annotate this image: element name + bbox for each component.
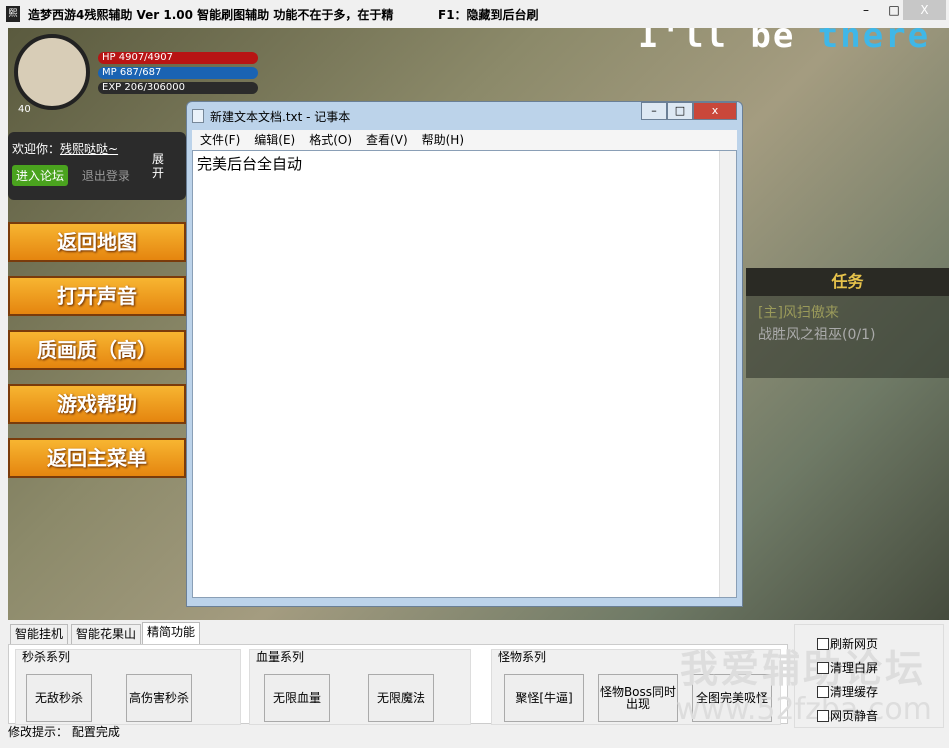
control-panel: 智能挂机 智能花果山 精简功能 秒杀系列 无敌秒杀 高伤害秒杀 血量系列 无限血… xyxy=(0,620,949,748)
tab-panel: 秒杀系列 无敌秒杀 高伤害秒杀 血量系列 无限血量 无限魔法 怪物系列 聚怪[牛… xyxy=(8,644,788,725)
invincible-kill-button[interactable]: 无敌秒杀 xyxy=(26,674,92,722)
refresh-page-checkbox[interactable]: 刷新网页 xyxy=(817,635,878,652)
lyric-overlay: I'll be there ho xyxy=(638,28,949,56)
notepad-close[interactable]: x xyxy=(693,102,737,120)
mp-bar: MP 687/687 xyxy=(98,67,258,79)
checkbox-label: 刷新网页 xyxy=(830,637,879,651)
checkbox-label: 清理缓存 xyxy=(830,685,879,699)
group-instakill: 秒杀系列 无敌秒杀 高伤害秒杀 xyxy=(15,649,241,725)
menu-edit[interactable]: 编辑(E) xyxy=(254,130,295,150)
exp-bar: EXP 206/306000 xyxy=(98,82,258,94)
status-label: 修改提示： xyxy=(8,725,69,739)
notepad-text-area[interactable]: 完美后台全自动 xyxy=(192,150,737,598)
task-title: 任务 xyxy=(746,268,949,296)
options-panel: 刷新网页 清理白屏 清理缓存 网页静音 xyxy=(794,624,944,728)
clear-white-screen-checkbox[interactable]: 清理白屏 xyxy=(817,659,878,676)
notepad-maximize[interactable]: □ xyxy=(667,102,693,120)
enter-forum-button[interactable]: 进入论坛 xyxy=(12,165,69,186)
mute-page-checkbox[interactable]: 网页静音 xyxy=(817,707,878,724)
notepad-title: 新建文本文档.txt - 记事本 xyxy=(210,109,351,124)
menu-file[interactable]: 文件(F) xyxy=(200,130,240,150)
hotkey-hint: F1：隐藏到后台刷 xyxy=(438,7,539,22)
status-value: 配置完成 xyxy=(71,725,120,739)
infinite-mp-button[interactable]: 无限魔法 xyxy=(368,674,434,722)
tab-simple[interactable]: 精简功能 xyxy=(142,622,201,645)
notepad-menubar: 文件(F) 编辑(E) 格式(O) 查看(V) 帮助(H) xyxy=(192,130,737,150)
notepad-icon xyxy=(192,109,204,123)
notepad-content: 完美后台全自动 xyxy=(197,155,303,173)
title-bar: 熙 造梦西游4残熙辅助 Ver 1.00 智能刷图辅助 功能不在于多，在于精 F… xyxy=(0,0,949,28)
group-label: 秒杀系列 xyxy=(22,650,71,664)
task-goal: 战胜风之祖巫(0/1) xyxy=(758,327,876,343)
lyric-blue: there ho xyxy=(817,28,949,56)
lyric-white: I'll be xyxy=(638,28,818,56)
group-health: 血量系列 无限血量 无限魔法 xyxy=(249,649,471,725)
checkbox-label: 网页静音 xyxy=(830,709,879,723)
menu-sound[interactable]: 打开声音 xyxy=(8,276,186,316)
close-button[interactable]: X xyxy=(903,0,946,20)
menu-help[interactable]: 帮助(H) xyxy=(422,130,464,150)
menu-help[interactable]: 游戏帮助 xyxy=(8,384,186,424)
status-bar: 修改提示： 配置完成 xyxy=(8,723,120,740)
checkbox-label: 清理白屏 xyxy=(830,661,879,675)
app-title: 造梦西游4残熙辅助 Ver 1.00 智能刷图辅助 功能不在于多，在于精 xyxy=(28,7,394,22)
tab-huaguoshan[interactable]: 智能花果山 xyxy=(71,624,142,644)
menu-view[interactable]: 查看(V) xyxy=(366,130,408,150)
notepad-minimize[interactable]: – xyxy=(641,102,667,120)
task-quest: [主]风扫傲来 xyxy=(758,305,839,321)
notepad-window: 新建文本文档.txt - 记事本 – □ x 文件(F) 编辑(E) 格式(O)… xyxy=(186,101,743,607)
group-label: 血量系列 xyxy=(256,650,305,664)
minimize-button[interactable]: – xyxy=(852,0,880,20)
high-damage-kill-button[interactable]: 高伤害秒杀 xyxy=(126,674,192,722)
player-avatar xyxy=(14,34,90,110)
player-level: 40 xyxy=(18,104,31,115)
menu-main[interactable]: 返回主菜单 xyxy=(8,438,186,478)
logout-button[interactable]: 退出登录 xyxy=(82,169,130,183)
group-label: 怪物系列 xyxy=(498,650,547,664)
vertical-scrollbar[interactable] xyxy=(719,151,736,597)
expand-button[interactable]: 展开 xyxy=(152,152,166,180)
app-logo-icon: 熙 xyxy=(6,6,20,22)
welcome-label: 欢迎你： xyxy=(12,142,61,156)
gather-monsters-button[interactable]: 聚怪[牛逼] xyxy=(504,674,584,722)
monster-boss-appear-button[interactable]: 怪物Boss同时出现 xyxy=(598,674,678,722)
tab-auto-hang[interactable]: 智能挂机 xyxy=(10,624,69,644)
task-panel: 任务 [主]风扫傲来 战胜风之祖巫(0/1) xyxy=(746,268,949,378)
clear-cache-checkbox[interactable]: 清理缓存 xyxy=(817,683,878,700)
menu-return-map[interactable]: 返回地图 xyxy=(8,222,186,262)
username-link[interactable]: 残熙哒哒~ xyxy=(60,142,118,156)
menu-format[interactable]: 格式(O) xyxy=(309,130,352,150)
hp-bar: HP 4907/4907 xyxy=(98,52,258,64)
infinite-hp-button[interactable]: 无限血量 xyxy=(264,674,330,722)
notepad-titlebar: 新建文本文档.txt - 记事本 – □ x xyxy=(192,102,737,130)
menu-quality[interactable]: 质画质（高） xyxy=(8,330,186,370)
welcome-panel: 欢迎你：残熙哒哒~ 展开 进入论坛 退出登录 xyxy=(8,132,186,200)
